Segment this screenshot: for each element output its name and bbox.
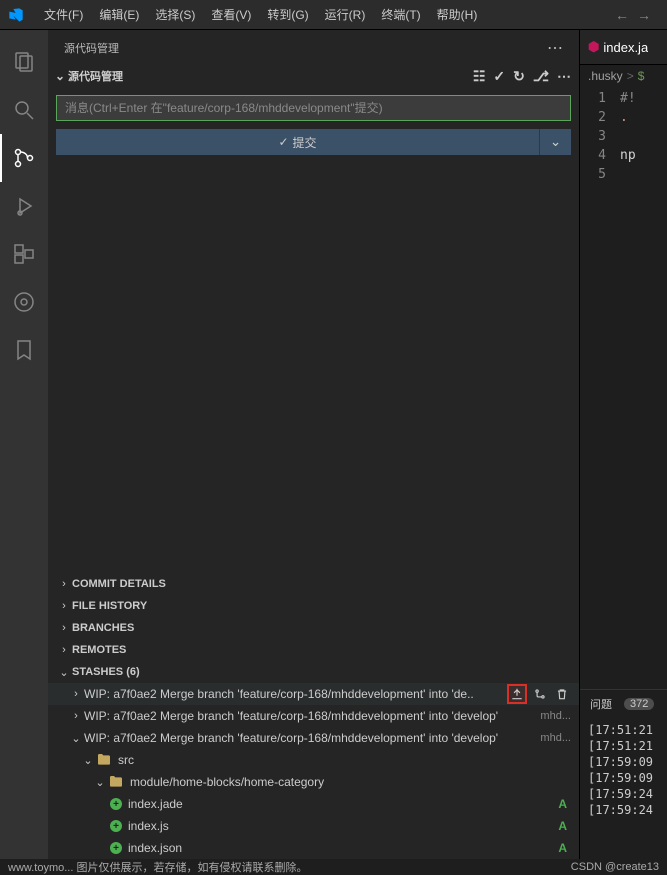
menu-run[interactable]: 运行(R) [317,0,374,30]
menu-bar: 文件(F) 编辑(E) 选择(S) 查看(V) 转到(G) 运行(R) 终端(T… [0,0,667,30]
stash-folder[interactable]: ⌄ src [48,749,579,771]
chevron-right-icon: › [68,710,84,722]
breadcrumb[interactable]: .husky > $ [580,65,667,87]
folder-icon [108,774,124,790]
chevron-right-icon: › [68,688,84,700]
menu-go[interactable]: 转到(G) [259,0,316,30]
editor-tab[interactable]: ⬢ index.ja [588,39,648,55]
commit-button[interactable]: ✓ 提交 [56,129,539,155]
activity-scm[interactable] [0,134,48,182]
activity-bar [0,30,48,859]
chevron-right-icon: › [56,600,72,612]
scm-sidebar: 源代码管理 ⋯ ⌄ 源代码管理 ☷ ✓ ↻ ⎇ ⋯ ✓ 提交 ⌄ [48,30,580,859]
scm-more-icon[interactable]: ⋯ [557,68,571,85]
section-remotes[interactable]: › REMOTES [48,639,579,661]
chevron-right-icon: › [56,622,72,634]
scm-branch-icon[interactable]: ⎇ [533,68,549,85]
stash-item[interactable]: › WIP: a7f0ae2 Merge branch 'feature/cor… [48,705,579,727]
section-file-history[interactable]: › FILE HISTORY [48,595,579,617]
apply-stash-icon[interactable] [507,684,527,704]
delete-stash-icon[interactable] [553,685,571,703]
jade-file-icon: ⬢ [588,39,599,55]
scm-tree-toggle-icon[interactable]: ☷ [473,68,486,85]
chevron-right-icon: › [56,644,72,656]
problems-tab[interactable]: 问题 [590,696,612,712]
added-icon: + [110,820,122,832]
commit-message-input[interactable] [56,95,571,121]
stash-folder[interactable]: ⌄ module/home-blocks/home-category [48,771,579,793]
terminal-output: [17:51:21 [17:51:21 [17:59:09 [17:59:09 … [580,718,667,822]
menu-view[interactable]: 查看(V) [203,0,259,30]
chevron-right-icon: > [627,69,634,83]
stash-item[interactable]: › WIP: a7f0ae2 Merge branch 'feature/cor… [48,683,579,705]
added-icon: + [110,798,122,810]
scm-panel-title: 源代码管理 ⋯ [48,30,579,65]
activity-explorer[interactable] [0,38,48,86]
stash-file[interactable]: + index.json A [48,837,579,859]
stash-file[interactable]: + index.jade A [48,793,579,815]
scm-refresh-icon[interactable]: ↻ [513,68,525,85]
activity-gitlens[interactable] [0,278,48,326]
activity-bookmark[interactable] [0,326,48,374]
stash-item[interactable]: ⌄ WIP: a7f0ae2 Merge branch 'feature/cor… [48,727,579,749]
chevron-down-icon: ⌄ [80,754,96,767]
status-added: A [558,841,571,855]
folder-icon [96,752,112,768]
line-gutter: 12345 [580,87,620,689]
section-branches[interactable]: › BRANCHES [48,617,579,639]
chevron-down-icon: ⌄ [68,732,84,745]
chevron-down-icon: ⌄ [92,776,108,789]
status-added: A [558,819,571,833]
editor-area: ⬢ index.ja .husky > $ 12345 #! . np 问题 3… [580,30,667,859]
vscode-logo-icon [8,7,24,23]
menu-selection[interactable]: 选择(S) [147,0,203,30]
scm-repo-header[interactable]: ⌄ 源代码管理 ☷ ✓ ↻ ⎇ ⋯ [48,65,579,87]
stash-file[interactable]: + index.js A [48,815,579,837]
menu-edit[interactable]: 编辑(E) [91,0,147,30]
activity-debug[interactable] [0,182,48,230]
code-content[interactable]: #! . np [620,87,667,689]
chevron-right-icon: › [56,578,72,590]
status-added: A [558,797,571,811]
added-icon: + [110,842,122,854]
section-stashes[interactable]: ⌄ STASHES (6) [48,661,579,683]
scm-commit-icon[interactable]: ✓ [493,68,505,85]
commit-dropdown-button[interactable]: ⌄ [539,129,571,155]
chevron-down-icon: ⌄ [550,134,561,150]
chevron-down-icon: ⌄ [52,69,68,83]
problems-panel: 问题 372 [17:51:21 [17:51:21 [17:59:09 [17… [580,689,667,859]
menu-file[interactable]: 文件(F) [36,0,91,30]
problems-count-badge: 372 [624,698,654,710]
scm-panel-more-icon[interactable]: ⋯ [547,38,563,58]
activity-search[interactable] [0,86,48,134]
nav-forward-icon[interactable]: → [637,7,651,23]
compare-stash-icon[interactable] [531,685,549,703]
menu-terminal[interactable]: 终端(T) [373,0,428,30]
chevron-down-icon: ⌄ [56,666,72,679]
section-commit-details[interactable]: › COMMIT DETAILS [48,573,579,595]
menu-help[interactable]: 帮助(H) [429,0,486,30]
check-icon: ✓ [278,135,288,149]
nav-back-icon[interactable]: ← [615,7,629,23]
watermark-footer: www.toymo... 图片仅供展示，若存储，如有侵权请联系删除。 CSDN … [0,859,667,875]
activity-extensions[interactable] [0,230,48,278]
